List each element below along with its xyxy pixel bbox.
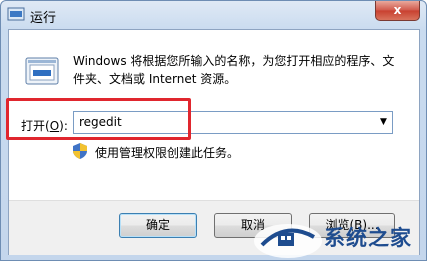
run-icon — [25, 57, 59, 85]
description-text: Windows 将根据您所输入的名称，为您打开相应的程序、文件夹、文档或 Int… — [73, 54, 395, 86]
window-title: 运行 — [30, 11, 57, 26]
highlight-box — [6, 98, 191, 140]
close-icon: x — [393, 3, 402, 17]
title-bar[interactable]: 运行 x — [1, 1, 426, 29]
dropdown-arrow-icon[interactable]: ▼ — [375, 112, 392, 133]
admin-note: 使用管理权限创建此任务。 — [95, 146, 240, 160]
watermark-text: 系统之家 — [324, 226, 412, 250]
ok-button[interactable]: 确定 — [119, 213, 197, 238]
close-button[interactable]: x — [375, 1, 420, 21]
run-title-icon — [7, 7, 25, 21]
watermark: 系统之家 — [252, 213, 427, 261]
watermark-logo — [254, 224, 322, 258]
shield-icon — [73, 143, 87, 159]
